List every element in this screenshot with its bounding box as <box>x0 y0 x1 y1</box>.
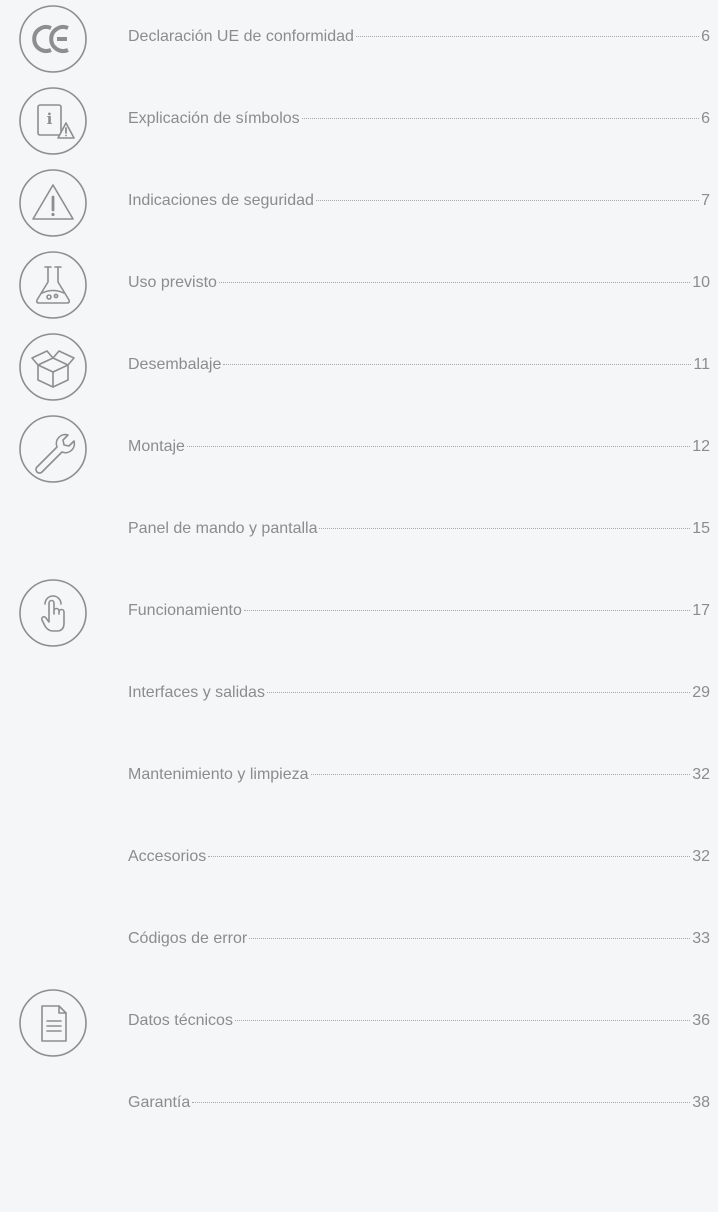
toc-page-number: 10 <box>692 274 710 291</box>
toc-link[interactable]: Garantía 38 <box>128 1094 710 1118</box>
toc-title: Panel de mando y pantalla <box>128 520 318 537</box>
toc-link[interactable]: Desembalaje 11 <box>128 356 710 380</box>
toc-link[interactable]: Panel de mando y pantalla 15 <box>128 520 710 544</box>
dot-leader <box>234 1020 691 1021</box>
toc-entry: Uso previsto 10 <box>0 246 718 319</box>
toc-page-number: 33 <box>692 930 710 947</box>
toc-entry: Mantenimiento y limpieza 32 <box>0 738 718 808</box>
svg-text:i: i <box>47 110 53 128</box>
toc-title: Datos técnicos <box>128 1012 233 1029</box>
toc-entry: Datos técnicos 36 <box>0 984 718 1057</box>
wrench-icon <box>18 414 88 484</box>
hand-pointer-icon <box>18 578 88 648</box>
toc-link[interactable]: Códigos de error 33 <box>128 930 710 954</box>
toc-page-number: 7 <box>701 192 710 209</box>
toc-link[interactable]: Accesorios 32 <box>128 848 710 872</box>
toc-entry: Indicaciones de seguridad 7 <box>0 164 718 237</box>
toc-page-number: 12 <box>692 438 710 455</box>
toc-link[interactable]: Explicación de símbolos 6 <box>128 110 710 134</box>
toc-title: Interfaces y salidas <box>128 684 265 701</box>
table-of-contents: Declaración UE de conformidad 6 i Explicaci… <box>0 0 718 1212</box>
toc-title: Montaje <box>128 438 185 455</box>
toc-link[interactable]: Mantenimiento y limpieza 32 <box>128 766 710 790</box>
toc-entry: Garantía 38 <box>0 1066 718 1136</box>
dot-leader <box>310 774 691 775</box>
dot-leader <box>266 692 691 693</box>
toc-page-number: 36 <box>692 1012 710 1029</box>
toc-title: Uso previsto <box>128 274 217 291</box>
toc-title: Explicación de símbolos <box>128 110 300 127</box>
toc-page-number: 38 <box>692 1094 710 1111</box>
dot-leader <box>186 446 691 447</box>
toc-title: Mantenimiento y limpieza <box>128 766 309 783</box>
dot-leader <box>208 856 691 857</box>
ce-mark-icon <box>18 4 88 74</box>
toc-page-number: 32 <box>692 848 710 865</box>
dot-leader <box>218 282 691 283</box>
lab-flask-icon <box>18 250 88 320</box>
toc-entry: Interfaces y salidas 29 <box>0 656 718 726</box>
document-icon <box>18 988 88 1058</box>
toc-entry: i Explicación de símbolos 6 <box>0 82 718 155</box>
toc-entry: Códigos de error 33 <box>0 902 718 972</box>
toc-title: Accesorios <box>128 848 207 865</box>
toc-page-number: 29 <box>692 684 710 701</box>
dot-leader <box>243 610 691 611</box>
toc-title: Funcionamiento <box>128 602 242 619</box>
dot-leader <box>249 938 691 939</box>
toc-link[interactable]: Uso previsto 10 <box>128 274 710 298</box>
toc-title: Desembalaje <box>128 356 222 373</box>
dot-leader <box>223 364 692 365</box>
dot-leader <box>192 1102 691 1103</box>
toc-link[interactable]: Datos técnicos 36 <box>128 1012 710 1036</box>
toc-title: Declaración UE de conformidad <box>128 28 354 45</box>
toc-link[interactable]: Declaración UE de conformidad 6 <box>128 28 710 52</box>
toc-entry: Declaración UE de conformidad 6 <box>0 0 718 73</box>
toc-page-number: 32 <box>692 766 710 783</box>
toc-page-number: 17 <box>692 602 710 619</box>
toc-entry: Desembalaje 11 <box>0 328 718 401</box>
toc-entry: Accesorios 32 <box>0 820 718 890</box>
toc-entry: Montaje 12 <box>0 410 718 483</box>
toc-page-number: 15 <box>692 520 710 537</box>
toc-link[interactable]: Funcionamiento 17 <box>128 602 710 626</box>
toc-title: Códigos de error <box>128 930 248 947</box>
toc-title: Garantía <box>128 1094 191 1111</box>
open-box-icon <box>18 332 88 402</box>
toc-page-number: 6 <box>701 28 710 45</box>
dot-leader <box>315 200 700 201</box>
warning-triangle-icon <box>18 168 88 238</box>
dot-leader <box>355 36 700 37</box>
toc-title: Indicaciones de seguridad <box>128 192 314 209</box>
toc-page-number: 6 <box>701 110 710 127</box>
dot-leader <box>301 118 700 119</box>
toc-link[interactable]: Indicaciones de seguridad 7 <box>128 192 710 216</box>
toc-entry: Funcionamiento 17 <box>0 574 718 647</box>
dot-leader <box>319 528 691 529</box>
toc-entry: Panel de mando y pantalla 15 <box>0 492 718 562</box>
toc-link[interactable]: Montaje 12 <box>128 438 710 462</box>
toc-page-number: 11 <box>693 356 710 373</box>
toc-link[interactable]: Interfaces y salidas 29 <box>128 684 710 708</box>
info-warning-icon: i <box>18 86 88 156</box>
